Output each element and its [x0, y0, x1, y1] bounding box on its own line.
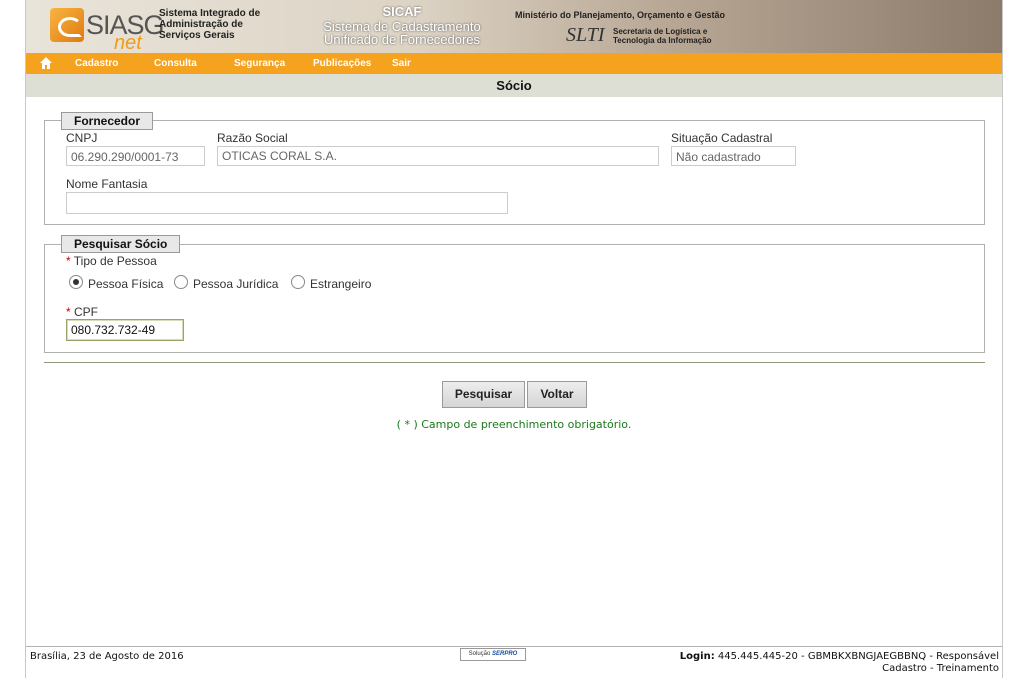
header-banner: SIASG net Sistema Integrado de Administr…: [26, 0, 1002, 53]
cnpj-field: 06.290.290/0001-73: [66, 146, 205, 166]
required-note: ( * ) Campo de preenchimento obrigatório…: [396, 418, 632, 431]
radio-estrangeiro-label[interactable]: Estrangeiro: [310, 277, 371, 291]
sicaf-subtitle: Sistema de Cadastramento Unificado de Fo…: [292, 20, 512, 46]
nav-sair[interactable]: Sair: [392, 58, 411, 69]
voltar-button[interactable]: Voltar: [527, 381, 587, 408]
radio-pessoa-fisica-label[interactable]: Pessoa Física: [88, 277, 163, 291]
main-nav: Cadastro Consulta Segurança Publicações …: [26, 53, 1002, 74]
footer: Brasília, 23 de Agosto de 2016 Solução S…: [26, 646, 1002, 679]
slti-logo: SLTI: [566, 24, 605, 46]
slti-text-line: Secretaria de Logística e: [613, 27, 708, 36]
login-info: Login: 445.445.445-20 - GBMBKXBNGJAEGBBN…: [680, 651, 999, 675]
razao-social-field: OTICAS CORAL S.A.: [217, 146, 659, 166]
razao-social-label: Razão Social: [217, 131, 288, 145]
nome-fantasia-label: Nome Fantasia: [66, 177, 148, 191]
tipo-pessoa-label: * Tipo de Pessoa: [66, 254, 157, 268]
slti-text-line: Tecnologia da Informação: [613, 36, 712, 45]
required-mark: *: [66, 305, 71, 319]
cnpj-label: CNPJ: [66, 131, 98, 145]
radio-pessoa-fisica[interactable]: [69, 275, 83, 289]
pesquisar-socio-legend: Pesquisar Sócio: [61, 235, 181, 253]
nav-seguranca[interactable]: Segurança: [234, 58, 285, 69]
page-frame: SIASG net Sistema Integrado de Administr…: [25, 0, 1003, 678]
tipo-pessoa-text: Tipo de Pessoa: [73, 254, 157, 268]
nome-fantasia-field: [66, 192, 508, 214]
home-icon[interactable]: [39, 56, 53, 70]
situacao-field: Não cadastrado: [671, 146, 796, 166]
nav-cadastro[interactable]: Cadastro: [75, 58, 118, 69]
sicaf-subtitle-line: Unificado de Fornecedores: [323, 32, 481, 47]
fornecedor-legend: Fornecedor: [61, 112, 154, 130]
slti-text: Secretaria de Logística e Tecnologia da …: [613, 27, 712, 45]
logo-sub: net: [114, 32, 142, 53]
nav-publicacoes[interactable]: Publicações: [313, 58, 371, 69]
login-value: 445.445.445-20 - GBMBKXBNGJAEGBBNQ - Res…: [717, 651, 999, 662]
ministry-name: Ministério do Planejamento, Orçamento e …: [515, 10, 726, 20]
pesquisar-socio-fieldset: [44, 244, 985, 353]
footer-date: Brasília, 23 de Agosto de 2016: [30, 651, 184, 662]
system-name-line: Administração de: [159, 19, 243, 30]
cpf-label-text: CPF: [74, 305, 99, 319]
sicaf-title: SICAF: [382, 4, 422, 19]
divider: [44, 362, 985, 363]
radio-estrangeiro[interactable]: [291, 275, 305, 289]
serpro-prefix: Solução: [468, 651, 491, 657]
serpro-logo: Solução SERPRO: [460, 648, 526, 661]
login-label: Login:: [679, 651, 715, 662]
cpf-input[interactable]: 080.732.732-49: [66, 319, 184, 341]
system-name-line: Serviços Gerais: [159, 30, 235, 41]
cpf-label: * CPF: [66, 305, 98, 319]
required-mark: *: [66, 254, 71, 268]
pesquisar-button[interactable]: Pesquisar: [442, 381, 525, 408]
system-name-line: Sistema Integrado de: [159, 8, 261, 19]
nav-consulta[interactable]: Consulta: [154, 58, 197, 69]
login-line2: Cadastro - Treinamento: [882, 663, 999, 674]
system-name: Sistema Integrado de Administração de Se…: [159, 8, 260, 41]
serpro-text: SERPRO: [492, 651, 518, 657]
radio-pessoa-juridica-label[interactable]: Pessoa Jurídica: [193, 277, 278, 291]
siasg-logo: SIASG net: [48, 6, 175, 53]
situacao-label: Situação Cadastral: [671, 131, 773, 145]
page-title: Sócio: [26, 74, 1002, 97]
siasg-swirl-icon: [50, 8, 84, 42]
radio-pessoa-juridica[interactable]: [174, 275, 188, 289]
